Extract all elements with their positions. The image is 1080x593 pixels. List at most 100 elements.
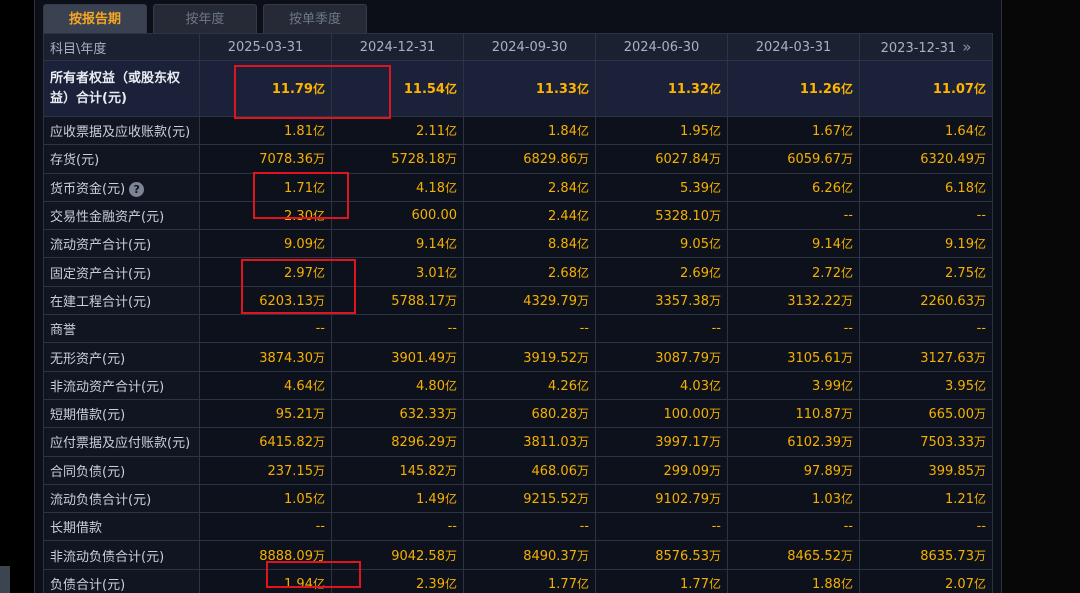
value-number: 3105.61 [787,350,841,366]
value-number: 4.64 [284,378,313,394]
value-number: 9215.52 [523,492,577,507]
header-period: 2024-12-31 [331,33,464,61]
value-number: 5728.18 [391,152,445,168]
value-cell: 11.54亿 [331,60,464,117]
header-period: 2023-12-31 [880,41,957,56]
value-cell: -- [199,314,332,344]
value-cell: -- [727,200,860,231]
value-cell: 3901.49万 [331,342,464,372]
value-number: 1.94 [284,576,313,592]
value-cell: 1.21亿 [859,483,993,514]
value-unit: 亿 [708,180,721,195]
double-chevron-right-icon[interactable]: » [962,38,971,56]
value-number: -- [843,321,853,337]
value-cell: 8888.09万 [199,540,332,570]
value-unit: 亿 [708,265,721,280]
value-number: 2.44 [548,209,577,225]
value-number: 11.07 [932,82,974,97]
value-number: -- [843,208,853,224]
scroll-handle[interactable] [0,566,10,593]
value-cell: 6829.86万 [463,144,596,174]
tab-by-quarter[interactable]: 按单季度 [263,4,367,34]
value-number: 100.00 [663,407,709,423]
value-unit: 万 [576,548,589,563]
row-label: 存货(元) [43,144,200,174]
header-period: 2025-03-31 [199,33,332,61]
value-cell: 3.95亿 [859,370,993,400]
value-number: 6415.82 [259,435,313,451]
value-number: 11.79 [271,82,313,97]
row-label: 应付票据及应付账款(元) [43,427,200,457]
value-unit: 亿 [840,265,853,280]
row-label-text: 长期借款 [50,521,103,537]
value-number: 2.39 [416,576,445,592]
row-label-text: 交易性金融资产(元) [50,210,165,226]
row-label-text: 短期借款(元) [50,408,126,424]
value-cell: 9042.58万 [331,540,464,570]
value-cell: 8465.52万 [727,540,860,570]
right-margin [1002,0,1080,593]
row-label: 无形资产(元) [43,342,200,372]
value-unit: 亿 [840,576,853,591]
row-label-text: 货币资金(元) [50,181,126,197]
value-number: -- [315,321,325,337]
value-number: 3127.63 [920,350,974,366]
value-number: 6829.86 [523,152,577,168]
help-icon[interactable]: ? [129,181,145,197]
value-cell: 1.77亿 [463,568,596,593]
value-number: 7503.33 [920,435,974,451]
value-cell: 4.26亿 [463,370,596,400]
table-row: 流动负债合计(元) 1.05亿 1.49亿 9215.52万 9102.79万 1.03亿… [43,483,993,514]
value-number: 7078.36 [259,152,313,168]
table-row: 短期借款(元) 95.21万 632.33万 680.28万 100.00万 110.87… [43,398,993,429]
value-cell: 1.64亿 [859,115,993,146]
value-unit: 万 [708,209,721,224]
value-cell: 5328.10万 [595,200,728,231]
value-cell: -- [859,512,993,542]
value-cell: 1.49亿 [331,483,464,514]
value-unit: 万 [708,435,721,450]
table-row: 长期借款 -- -- -- -- -- -- [43,512,993,542]
value-unit: 万 [312,463,325,478]
value-cell: 1.77亿 [595,568,728,593]
value-number: 680.28 [531,407,577,423]
value-cell: 11.26亿 [727,60,860,117]
row-label-text: 无形资产(元) [50,351,126,367]
value-cell: 3997.17万 [595,427,728,457]
table-row: 合同负债(元) 237.15万 145.82万 468.06万 299.09万 97.89… [43,455,993,485]
tab-by-year[interactable]: 按年度 [153,4,257,34]
value-number: 600.00 [411,208,458,224]
value-cell: 2.97亿 [199,257,332,287]
value-unit: 亿 [708,378,721,393]
value-number: 95.21 [275,407,313,423]
value-cell: 1.81亿 [199,115,332,146]
value-unit: 亿 [312,492,325,506]
value-cell: 1.67亿 [727,115,860,146]
value-unit: 亿 [576,209,589,224]
value-number: 1.71 [284,180,313,196]
value-cell: 2.75亿 [859,257,993,287]
value-unit: 万 [840,435,853,450]
row-label-text: 流动资产合计(元) [50,238,152,254]
value-unit: 亿 [312,378,325,393]
row-label-text: 负债合计(元) [50,577,126,593]
value-cell: 11.32亿 [595,60,728,117]
value-number: 2.84 [548,180,577,196]
value-cell: 600.00 [331,200,464,231]
value-number: 1.84 [548,124,577,140]
value-cell: 9.09亿 [199,229,332,259]
value-number: 468.06 [531,463,577,479]
tab-by-report-period[interactable]: 按报告期 [43,4,147,34]
value-unit: 亿 [576,124,589,139]
row-label-text: 所有者权益（或股东权益）合计(元) [50,70,181,106]
value-cell: 4329.79万 [463,285,596,316]
value-cell: -- [727,512,860,542]
value-cell: 9102.79万 [595,483,728,514]
value-unit: 万 [576,350,589,365]
value-cell: 11.79亿 [199,60,332,117]
value-unit: 万 [444,463,457,478]
row-label: 短期借款(元) [43,398,200,429]
value-number: -- [447,519,457,535]
value-unit: 万 [576,407,589,422]
value-number: 9.19 [945,237,974,253]
